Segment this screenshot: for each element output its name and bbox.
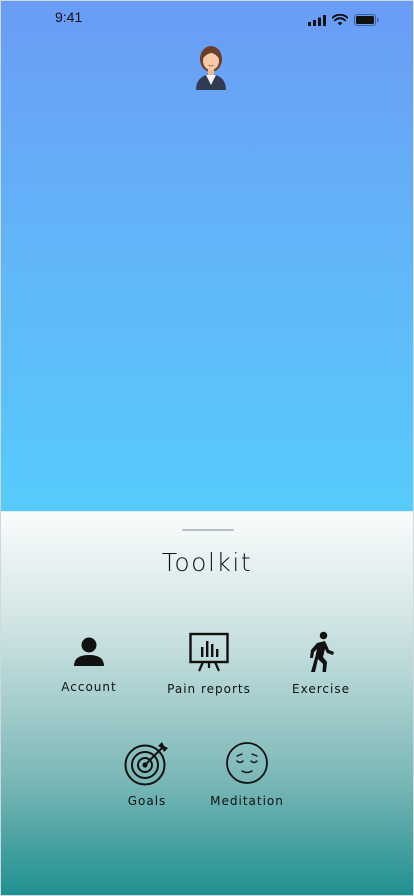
- sheet-title: Toolkit: [161, 548, 253, 577]
- meditation-face-icon: [224, 740, 270, 786]
- tool-account[interactable]: Account: [59, 632, 119, 694]
- header-area: 9:41: [1, 1, 413, 511]
- tool-goals[interactable]: Goals: [117, 740, 177, 808]
- status-icons: [308, 14, 379, 26]
- tool-label: Exercise: [292, 682, 350, 696]
- sheet-drag-handle[interactable]: [182, 529, 234, 531]
- tool-label: Pain reports: [167, 682, 251, 696]
- account-icon: [69, 632, 109, 672]
- status-time: 9:41: [55, 9, 83, 25]
- tool-meditation[interactable]: Meditation: [210, 740, 284, 808]
- status-bar: 9:41: [1, 1, 413, 33]
- signal-icon: [308, 14, 326, 26]
- app-screen: 9:41 Toolkit Account Pain reports Exerci…: [0, 0, 414, 896]
- tool-exercise[interactable]: Exercise: [291, 630, 351, 696]
- toolkit-sheet: Toolkit Account Pain reports Exercise Go…: [1, 511, 413, 895]
- user-avatar-icon[interactable]: [193, 43, 229, 91]
- tool-pain-reports[interactable]: Pain reports: [167, 630, 251, 696]
- walking-icon: [299, 630, 343, 674]
- tool-label: Account: [61, 680, 117, 694]
- target-icon: [124, 740, 170, 786]
- tool-label: Goals: [127, 794, 167, 808]
- tool-label: Meditation: [210, 794, 284, 808]
- wifi-icon: [332, 14, 348, 26]
- battery-icon: [354, 14, 379, 26]
- chart-board-icon: [187, 630, 231, 674]
